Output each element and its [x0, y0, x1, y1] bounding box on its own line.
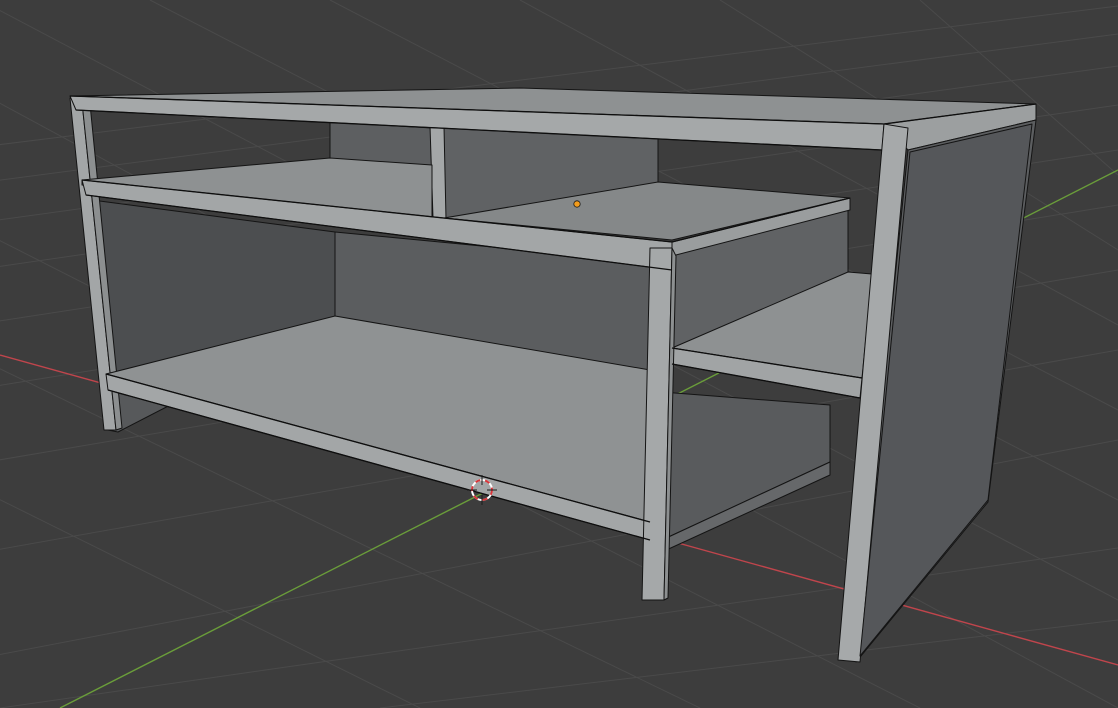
viewport-canvas[interactable] — [0, 0, 1118, 708]
3d-viewport[interactable] — [0, 0, 1118, 708]
object-origin-point[interactable] — [573, 200, 581, 208]
